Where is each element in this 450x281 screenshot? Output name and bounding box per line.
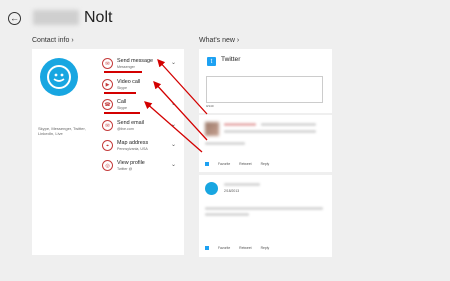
arrow-to-call [144, 101, 203, 153]
arrow-to-video-call [153, 81, 208, 141]
annotation-arrows [144, 59, 208, 153]
arrow-to-send-message [157, 59, 208, 115]
